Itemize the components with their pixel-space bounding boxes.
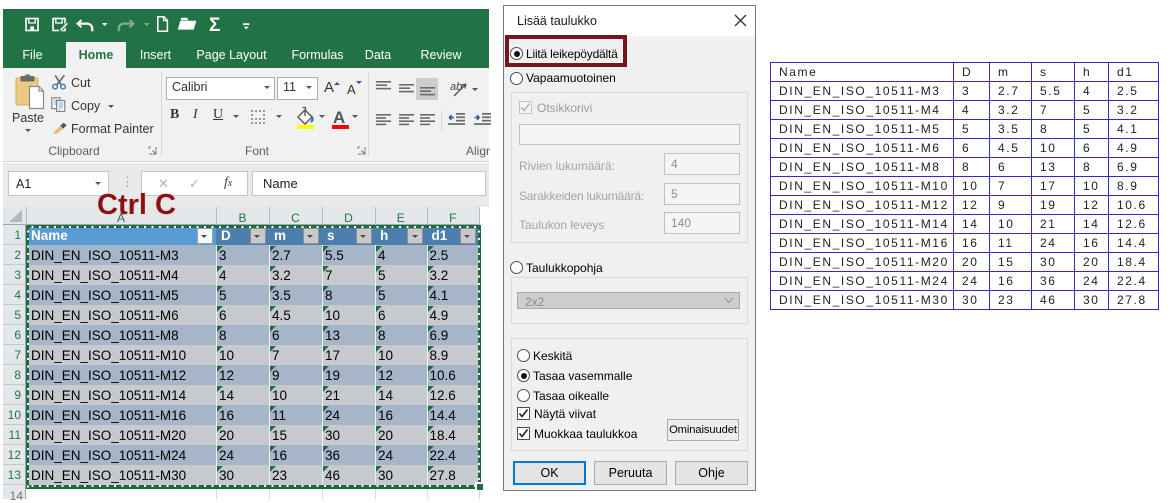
svg-text:Σ: Σ (209, 15, 220, 36)
